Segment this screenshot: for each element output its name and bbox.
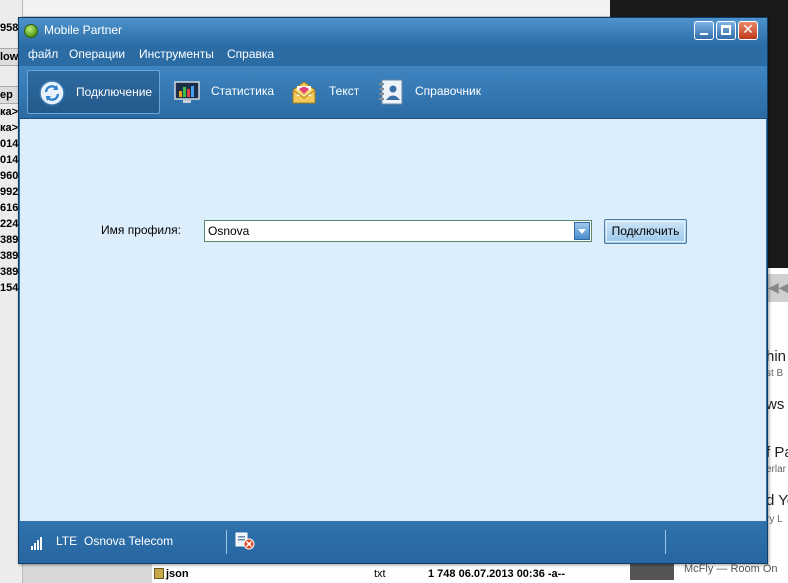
background-text: f Pa [766,444,788,461]
tab-contacts[interactable]: Справочник [375,70,495,114]
signal-strength-icon [31,534,45,550]
status-bar: LTE Osnova Telecom [19,522,767,563]
menu-operations[interactable]: Операции [69,47,125,61]
background-text: hin [766,348,787,365]
menu-help[interactable]: Справка [227,47,274,61]
statistics-icon [174,81,200,103]
background-text: ws [766,396,785,413]
menu-bar: файл Операции Инструменты Справка [19,44,767,66]
tab-statistics-label: Статистика [211,84,275,98]
tab-statistics[interactable]: Статистика [169,70,279,114]
background-window-strip [22,0,610,17]
close-icon: ✕ [742,22,754,38]
window-title: Mobile Partner [44,23,123,37]
file-icon [154,568,164,579]
app-icon [24,24,38,38]
message-icon [292,81,316,104]
background-browser-column: ◀◀ hin st B ws f Pa erlar d Yo ry L [766,268,788,583]
tab-contacts-label: Справочник [415,84,481,98]
file-name: json [166,568,189,580]
maximize-button[interactable] [716,21,736,40]
menu-file[interactable]: файл [28,47,58,61]
minimize-button[interactable] [694,21,714,40]
close-button[interactable]: ✕ [738,21,758,40]
profile-select-value: Osnova [208,224,250,238]
background-text: st B [766,368,784,379]
minimize-icon [700,33,708,35]
status-divider [665,530,666,554]
tab-text[interactable]: Текст [287,70,367,114]
chevron-down-icon[interactable] [574,222,590,240]
rewind-icon[interactable]: ◀◀ [766,274,788,302]
sms-error-icon [235,532,255,550]
toolbar: Подключение Статистика Текст Справочник [19,66,767,119]
connection-icon [39,80,65,106]
tab-connection[interactable]: Подключение [27,70,160,114]
title-bar[interactable]: Mobile Partner ✕ [19,18,767,44]
profile-name-label: Имя профиля: [101,223,181,237]
profile-select[interactable]: Osnova [204,220,592,242]
connect-button[interactable]: Подключить [604,219,687,244]
connection-panel: Имя профиля: Osnova Подключить [20,119,766,521]
menu-tools[interactable]: Инструменты [139,47,214,61]
status-divider [226,530,227,554]
maximize-icon [721,25,731,35]
mobile-partner-window: Mobile Partner ✕ файл Операции Инструмен… [18,17,768,564]
background-text: erlar [766,464,787,475]
file-size-date: 1 748 06.07.2013 00:36 -a-- [428,568,565,580]
operator-name: Osnova Telecom [84,534,174,548]
file-type: txt [374,568,386,580]
background-text: d Yo [766,492,788,509]
background-file-row: json txt 1 748 06.07.2013 00:36 -a-- McF… [152,560,788,583]
tab-text-label: Текст [329,84,360,98]
song-title: McFly — Room On [684,563,778,575]
network-type: LTE [56,534,78,548]
tab-connection-label: Подключение [76,85,153,99]
contacts-icon [379,79,403,105]
background-text: ry L [766,514,783,525]
